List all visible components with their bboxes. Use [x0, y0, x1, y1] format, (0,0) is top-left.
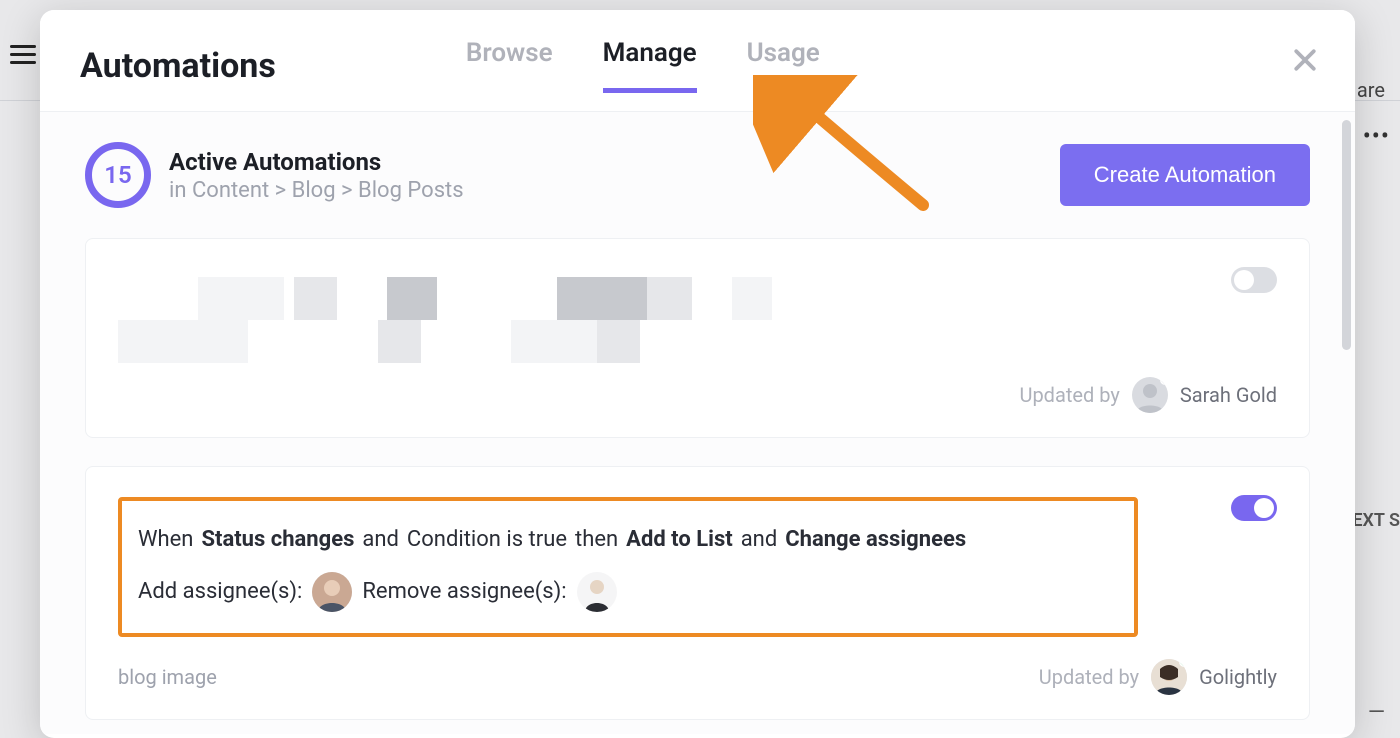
rule-line-1: When Status changes and Condition is tru…: [138, 519, 1118, 561]
automation-toggle-off[interactable]: [1231, 267, 1277, 293]
rule-line-2: Add assignee(s): Remove assignee(s):: [138, 571, 1118, 613]
breadcrumb-prefix: in: [169, 178, 192, 203]
active-automations-title: Active Automations: [169, 148, 464, 176]
automation-count-badge: 15: [85, 142, 151, 208]
bg-share-fragment: are: [1357, 78, 1385, 102]
bg-ext-fragment: EXT S: [1352, 510, 1400, 531]
breadcrumb-path: Content > Blog > Blog Posts: [192, 178, 464, 203]
modal-body: 15 Active Automations in Content > Blog …: [40, 111, 1355, 734]
status-dot-offline: [1160, 377, 1168, 385]
assignee-avatar-remove: [577, 572, 617, 612]
updated-by-row-2: Updated by Golightly: [1039, 659, 1277, 695]
breadcrumb: in Content > Blog > Blog Posts: [169, 178, 464, 203]
updater-name: Sarah Gold: [1180, 383, 1277, 407]
automation-card-1[interactable]: Updated by Sarah Gold: [85, 238, 1310, 438]
rule-action-2: Change assignees: [785, 519, 966, 561]
hamburger-icon[interactable]: [10, 45, 36, 64]
create-automation-button[interactable]: Create Automation: [1060, 144, 1310, 206]
bg-dash: —: [1368, 700, 1385, 725]
tab-manage[interactable]: Manage: [603, 38, 697, 93]
avatar: [1132, 377, 1168, 413]
updated-by-label-2: Updated by: [1039, 665, 1139, 689]
rule-and-2: and: [741, 519, 778, 561]
updated-by-label: Updated by: [1019, 383, 1119, 407]
rule-trigger: Status changes: [201, 519, 354, 561]
bg-more-dots[interactable]: •••: [1363, 122, 1390, 150]
remove-assignee-label: Remove assignee(s):: [362, 571, 566, 613]
automation-card-2[interactable]: When Status changes and Condition is tru…: [85, 466, 1310, 720]
assignee-avatar-add: [312, 572, 352, 612]
automation-tag: blog image: [118, 665, 217, 689]
rule-condition: Condition is true: [407, 519, 567, 561]
rule-action-1: Add to List: [626, 519, 733, 561]
obscured-content: [118, 277, 878, 363]
rule-then: then: [575, 519, 618, 561]
avatar-2: [1151, 659, 1187, 695]
automations-modal: Automations Browse Manage Usage 15 Activ…: [40, 10, 1355, 738]
add-assignee-label: Add assignee(s):: [138, 571, 302, 613]
updated-by-row: Updated by Sarah Gold: [1019, 377, 1277, 413]
close-icon: [1290, 45, 1320, 75]
status-dot-online: [1179, 659, 1187, 667]
tab-usage[interactable]: Usage: [747, 38, 820, 93]
modal-title: Automations: [80, 46, 276, 86]
automation-toggle-on[interactable]: [1231, 495, 1277, 521]
scrollbar[interactable]: [1342, 120, 1351, 350]
modal-tabs: Browse Manage Usage: [466, 38, 820, 93]
tab-browse[interactable]: Browse: [466, 38, 553, 93]
rule-highlight-box: When Status changes and Condition is tru…: [118, 497, 1138, 637]
rule-and-1: and: [362, 519, 399, 561]
close-button[interactable]: [1290, 45, 1320, 79]
updater-name-2: Golightly: [1199, 665, 1277, 689]
modal-header: Automations Browse Manage Usage: [40, 10, 1355, 111]
rule-when: When: [138, 519, 193, 561]
summary-row: 15 Active Automations in Content > Blog …: [85, 142, 1310, 208]
